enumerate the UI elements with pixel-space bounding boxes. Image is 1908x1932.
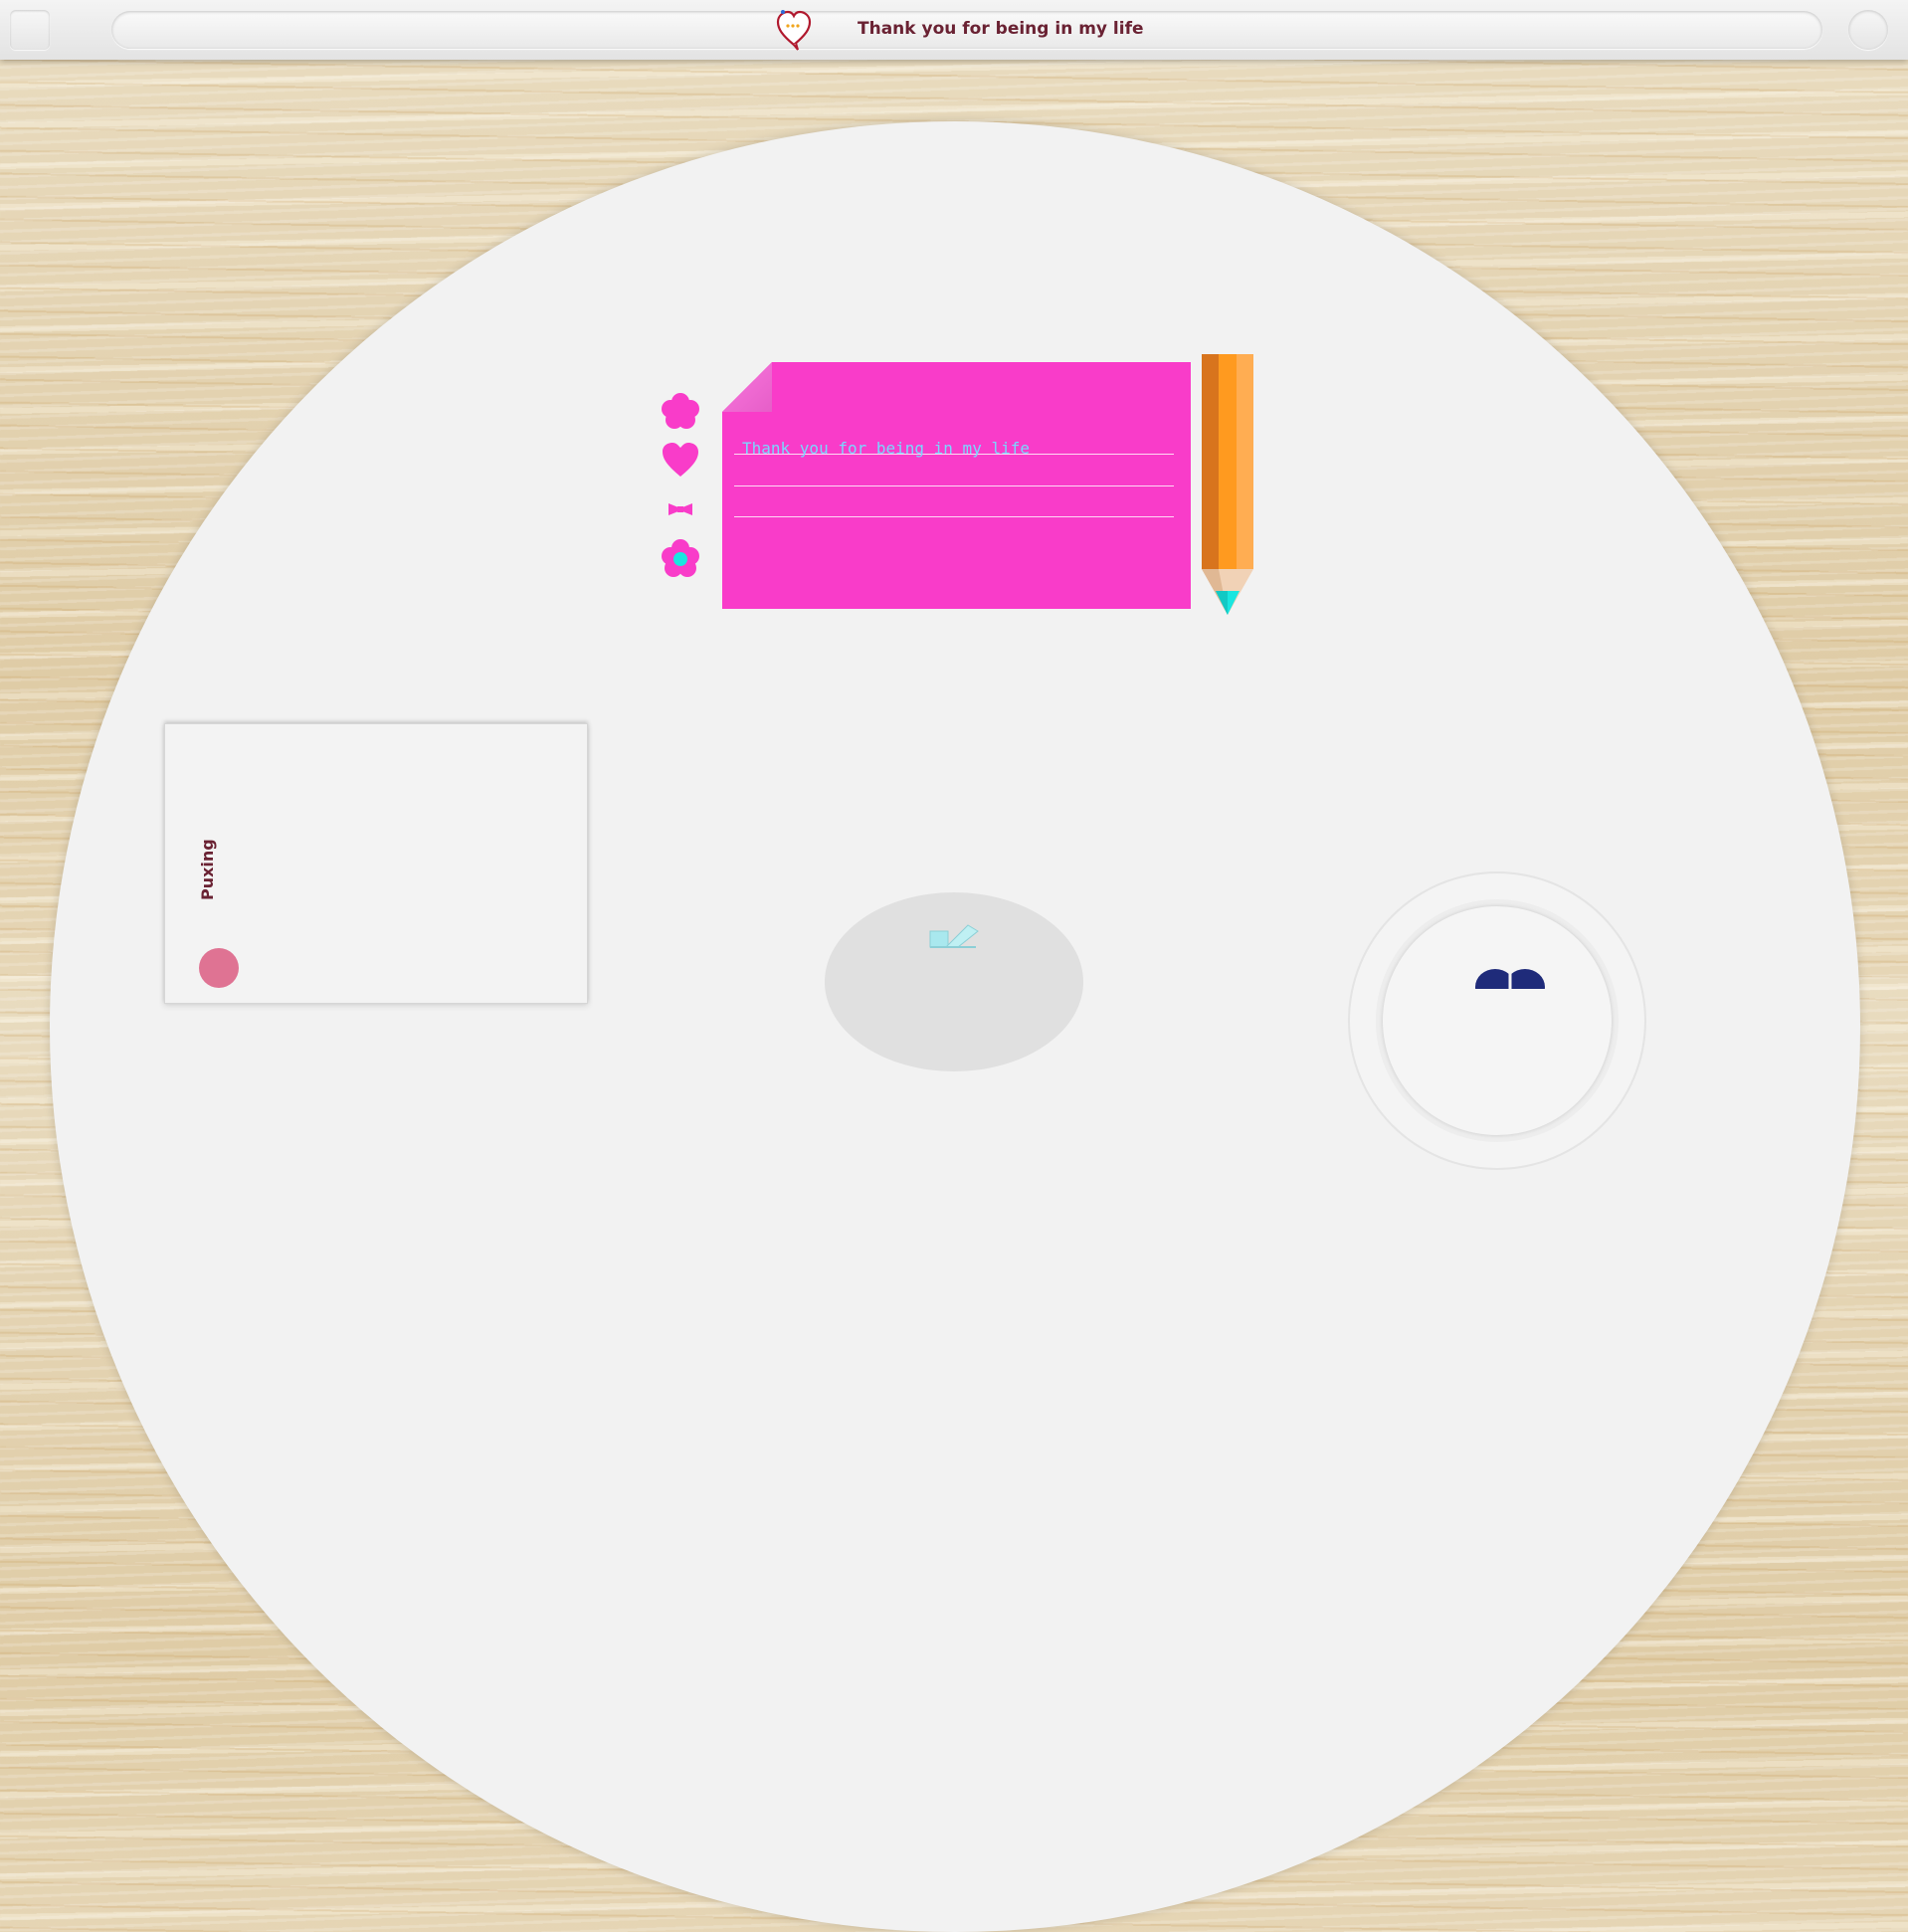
heart-shape-icon[interactable] — [661, 441, 700, 479]
note-text-input[interactable] — [742, 435, 1160, 461]
menu-button[interactable] — [10, 10, 50, 50]
card-name-label: Puxing — [198, 839, 217, 900]
heart-speech-bubble-icon — [776, 10, 812, 51]
round-button[interactable] — [1848, 10, 1888, 50]
cyan-center-flower-icon[interactable] — [661, 538, 700, 578]
note-ruled-line — [734, 485, 1174, 486]
bow-shape-icon[interactable] — [668, 501, 693, 517]
plate-inner — [1383, 906, 1612, 1135]
flower-shape-icon[interactable] — [661, 391, 700, 429]
card-color-dot[interactable] — [199, 948, 239, 988]
page-title: Thank you for being in my life — [858, 19, 1144, 39]
pencil-icon[interactable] — [1202, 354, 1253, 615]
title-bar: Thank you for being in my life — [111, 10, 1822, 51]
note-ruled-line — [734, 516, 1174, 517]
send-envelope-icon — [929, 924, 979, 948]
navy-figure-icon — [1475, 969, 1545, 989]
top-bar: Thank you for being in my life — [0, 0, 1908, 60]
